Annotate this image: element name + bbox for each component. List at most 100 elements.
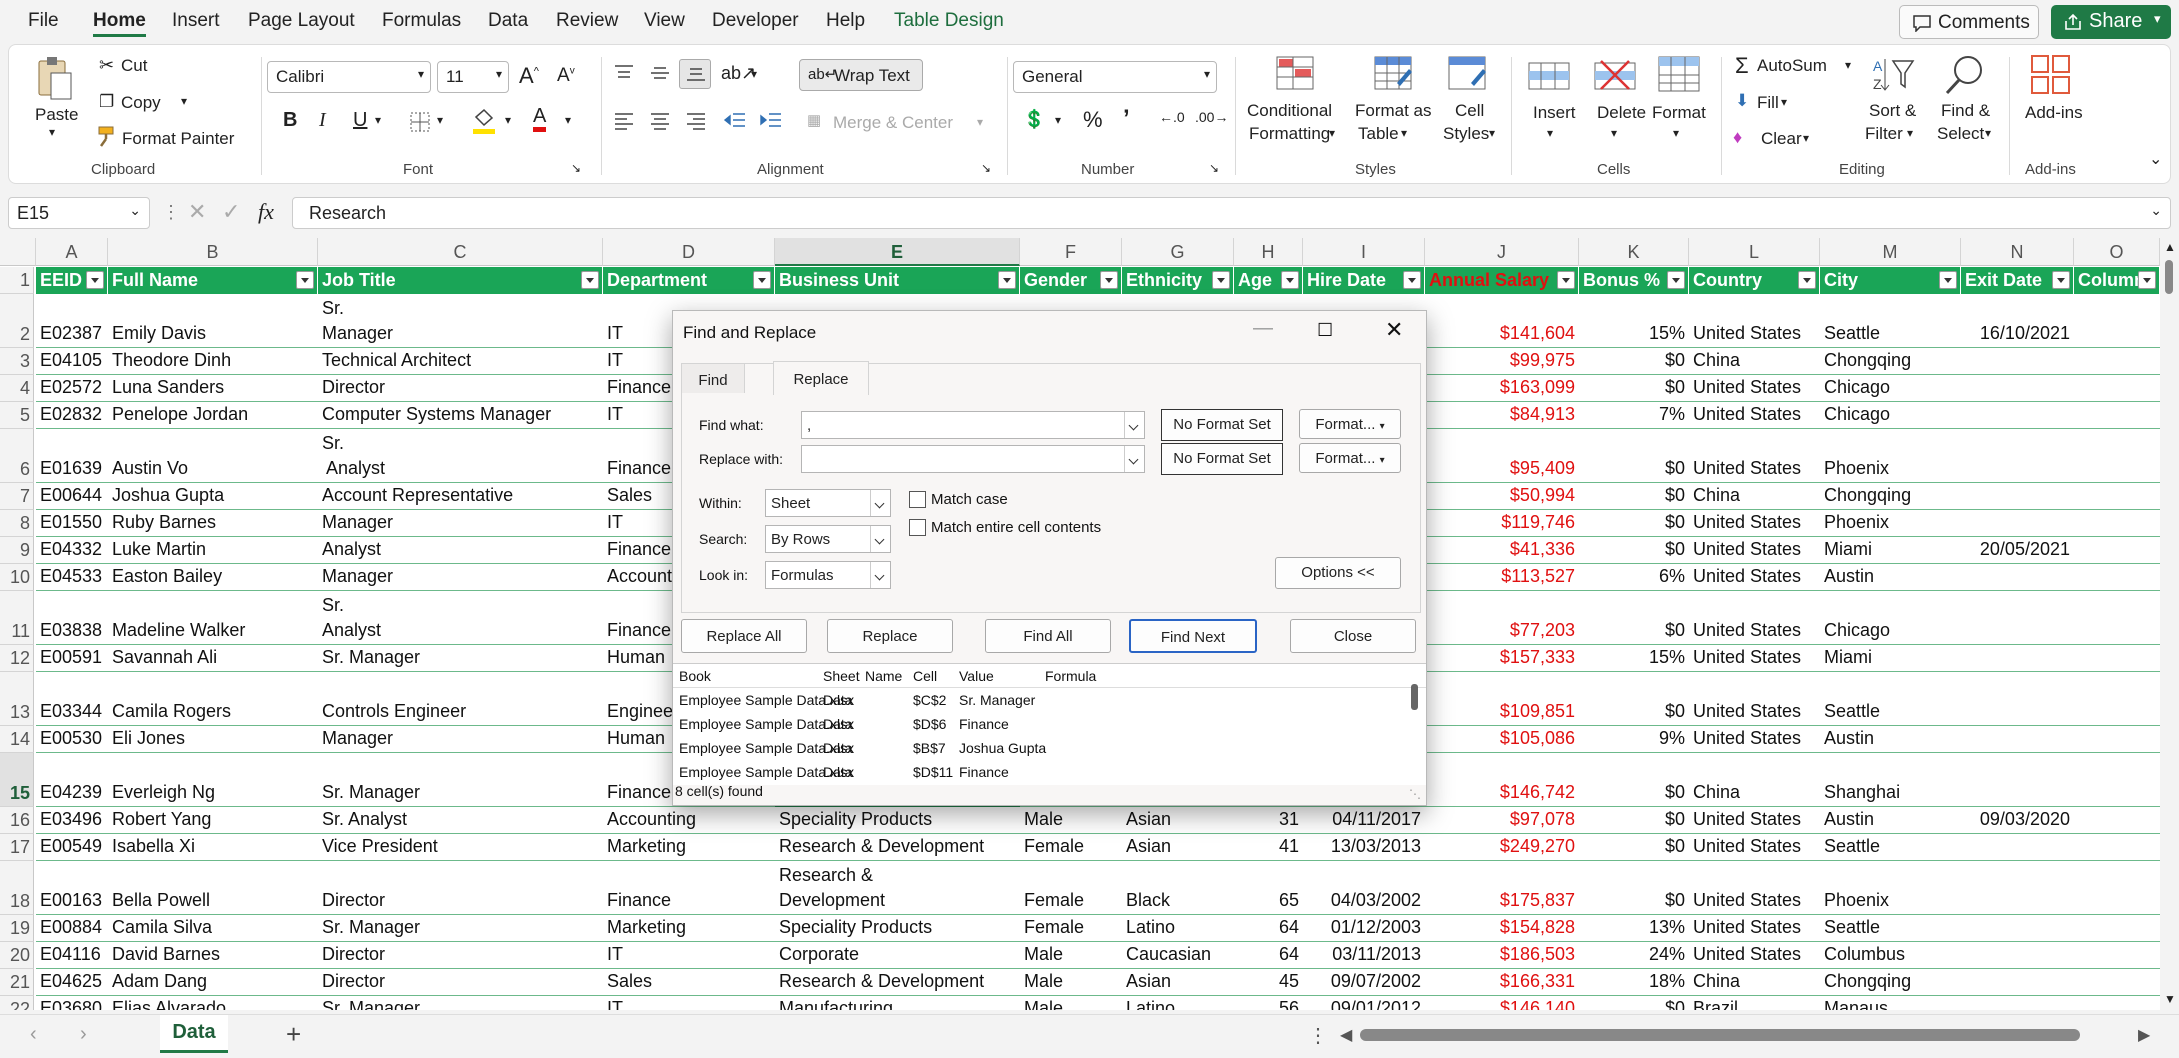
comma-style-icon[interactable]: ’ — [1123, 105, 1130, 133]
add-sheet-icon[interactable]: + — [286, 1019, 301, 1050]
table-header-cell[interactable]: Job Title — [318, 267, 603, 294]
scroll-left-icon[interactable]: ◀ — [1340, 1025, 1352, 1045]
results-list[interactable]: Book Sheet Name Cell Value Formula Employee S… — [673, 663, 1426, 785]
table-cell[interactable]: 64 — [1234, 944, 1303, 965]
align-right-icon[interactable] — [685, 111, 707, 131]
row-header[interactable]: 18 — [0, 861, 34, 915]
table-cell[interactable]: United States — [1689, 620, 1820, 641]
align-center-icon[interactable] — [649, 111, 671, 131]
result-item[interactable]: Joshua Gupta — [959, 740, 1046, 756]
table-cell[interactable]: United States — [1689, 728, 1820, 749]
column-header-N[interactable]: N — [1961, 238, 2074, 266]
align-middle-icon[interactable] — [649, 63, 671, 83]
table-cell[interactable]: Eli Jones — [108, 728, 318, 749]
table-cell[interactable]: Male — [1020, 809, 1122, 830]
table-cell[interactable]: United States — [1689, 404, 1820, 425]
row-header[interactable]: 15 — [0, 753, 34, 807]
table-cell[interactable]: E03680 — [36, 998, 108, 1010]
table-cell[interactable]: Luke Martin — [108, 539, 318, 560]
table-cell[interactable]: $105,086 — [1425, 728, 1579, 749]
table-cell[interactable]: Joshua Gupta — [108, 485, 318, 506]
table-cell[interactable]: $119,746 — [1425, 512, 1579, 533]
table-cell[interactable]: 15% — [1579, 647, 1689, 668]
addins-button[interactable]: Add-ins — [2025, 103, 2083, 123]
menu-table-design[interactable]: Table Design — [894, 10, 1004, 32]
table-cell[interactable]: Madeline Walker — [108, 620, 318, 641]
table-cell[interactable]: Research & Development — [775, 836, 1020, 857]
table-header-cell[interactable]: Annual Salary — [1425, 267, 1579, 294]
delete-cells-icon[interactable] — [1593, 57, 1637, 93]
table-cell[interactable]: Sr. Manager — [318, 647, 603, 668]
table-cell[interactable]: Brazil — [1689, 998, 1820, 1010]
column-header-E[interactable]: E — [775, 238, 1020, 266]
table-cell[interactable]: $154,828 — [1425, 917, 1579, 938]
table-header-cell[interactable]: Full Name — [108, 267, 318, 294]
table-cell[interactable]: Seattle — [1820, 701, 1961, 722]
table-cell[interactable]: $0 — [1579, 890, 1689, 911]
results-column-header[interactable]: Book — [679, 668, 711, 684]
row-header[interactable]: 19 — [0, 915, 34, 942]
table-cell[interactable]: Chicago — [1820, 620, 1961, 641]
table-cell[interactable]: IT — [603, 944, 775, 965]
find-select-icon[interactable] — [1943, 53, 1987, 97]
number-dialog-launcher-icon[interactable]: ↘ — [1209, 161, 1219, 175]
table-cell[interactable]: China — [1689, 485, 1820, 506]
table-cell[interactable]: Seattle — [1820, 917, 1961, 938]
filter-dropdown-icon[interactable] — [998, 271, 1016, 289]
table-cell[interactable]: Camila Silva — [108, 917, 318, 938]
table-cell[interactable]: 01/12/2003 — [1303, 917, 1425, 938]
result-item[interactable]: Sr. Manager — [959, 692, 1035, 708]
table-cell[interactable]: $0 — [1579, 998, 1689, 1010]
column-header-O[interactable]: O — [2074, 238, 2160, 266]
table-cell[interactable]: 24% — [1579, 944, 1689, 965]
find-what-input[interactable]: , — [801, 411, 1145, 439]
table-cell[interactable]: E04625 — [36, 971, 108, 992]
table-cell[interactable]: 09/07/2002 — [1303, 971, 1425, 992]
table-cell[interactable]: Chicago — [1820, 377, 1961, 398]
table-cell[interactable]: Female — [1020, 917, 1122, 938]
filter-dropdown-icon[interactable] — [2052, 271, 2070, 289]
format-cells-button[interactable]: Format — [1652, 103, 1706, 123]
column-header-K[interactable]: K — [1579, 238, 1689, 266]
table-cell[interactable]: $166,331 — [1425, 971, 1579, 992]
row-header[interactable]: 6 — [0, 429, 34, 483]
table-cell[interactable]: Seattle — [1820, 836, 1961, 857]
table-cell[interactable]: China — [1689, 782, 1820, 803]
filter-dropdown-icon[interactable] — [1212, 271, 1230, 289]
table-cell[interactable]: Camila Rogers — [108, 701, 318, 722]
filter-dropdown-icon[interactable] — [1403, 271, 1421, 289]
table-cell[interactable]: $113,527 — [1425, 566, 1579, 587]
table-cell[interactable]: E02572 — [36, 377, 108, 398]
align-left-icon[interactable] — [613, 111, 635, 131]
copy-icon[interactable]: ❐ — [99, 92, 114, 112]
table-cell[interactable]: Austin — [1820, 566, 1961, 587]
borders-icon[interactable] — [409, 111, 431, 133]
table-cell[interactable]: Phoenix — [1820, 458, 1961, 479]
table-cell[interactable]: United States — [1689, 512, 1820, 533]
table-cell[interactable]: Director — [318, 377, 603, 398]
addins-icon[interactable] — [2029, 53, 2073, 97]
table-cell[interactable]: Miami — [1820, 539, 1961, 560]
table-cell[interactable]: Marketing — [603, 917, 775, 938]
table-header-cell[interactable]: Hire Date — [1303, 267, 1425, 294]
table-cell[interactable]: United States — [1689, 809, 1820, 830]
table-cell[interactable]: 13/03/2013 — [1303, 836, 1425, 857]
sheet-tab-data[interactable]: Data — [160, 1015, 228, 1053]
font-name-select[interactable]: Calibri ▾ — [267, 61, 431, 93]
table-cell[interactable]: David Barnes — [108, 944, 318, 965]
row-header[interactable]: 10 — [0, 564, 34, 591]
table-cell[interactable]: Emily Davis — [108, 323, 318, 344]
table-cell[interactable]: Manaus — [1820, 998, 1961, 1010]
table-cell[interactable]: 6% — [1579, 566, 1689, 587]
table-cell[interactable]: Sr. Analyst — [318, 809, 603, 830]
align-top-icon[interactable] — [613, 63, 635, 83]
table-header-cell[interactable]: EEID — [36, 267, 108, 294]
row-header[interactable]: 9 — [0, 537, 34, 564]
row-header[interactable]: 13 — [0, 672, 34, 726]
table-cell[interactable]: Marketing — [603, 836, 775, 857]
options-button[interactable]: Options << — [1275, 557, 1401, 589]
table-cell[interactable]: Account Representative — [318, 485, 603, 506]
filter-dropdown-icon[interactable] — [1667, 271, 1685, 289]
cell-styles-label1[interactable]: Cell — [1455, 101, 1484, 121]
row-header[interactable]: 20 — [0, 942, 34, 969]
